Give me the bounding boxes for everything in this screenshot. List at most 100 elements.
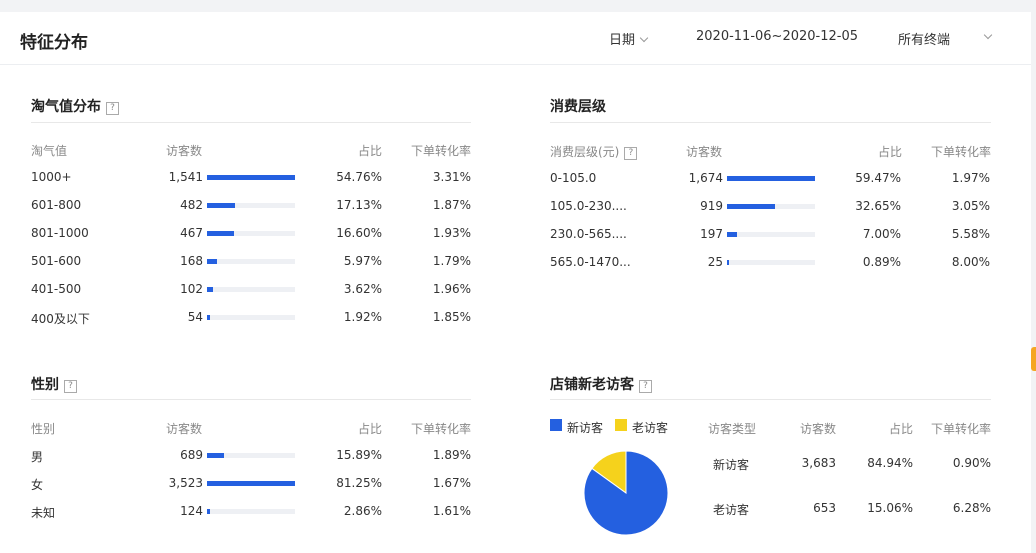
row-label: 501-600 xyxy=(31,254,82,268)
visitor-count: 168 xyxy=(180,254,203,268)
share-bar xyxy=(727,260,815,265)
section-title: 性别? xyxy=(31,374,77,394)
share-value: 81.25% xyxy=(336,476,382,490)
section-title-text: 店铺新老访客 xyxy=(550,377,634,393)
side-float-tab[interactable] xyxy=(1031,347,1036,371)
share-value: 3.62% xyxy=(343,282,382,296)
column-header: 下单转化率 xyxy=(410,144,471,158)
visitor-count: 689 xyxy=(180,448,203,462)
share-value: 15.89% xyxy=(336,448,382,462)
share-bar-fill xyxy=(207,481,295,486)
row-label: 105.0-230.... xyxy=(550,199,627,213)
visitor-type: 新访客 xyxy=(713,458,750,472)
card-header: 特征分布 日期 2020-11-06~2020-12-05 所有终端 xyxy=(0,12,1031,65)
share-bar xyxy=(207,315,295,320)
column-header: 下单转化率 xyxy=(930,145,991,159)
row-label: 565.0-1470... xyxy=(550,255,631,269)
legend-swatch-old xyxy=(615,419,627,431)
conversion-rate: 3.05% xyxy=(951,199,990,213)
column-header: 下单转化率 xyxy=(410,422,471,436)
share-bar-fill xyxy=(207,175,295,180)
column-header: 访客数 xyxy=(799,422,836,436)
divider xyxy=(31,399,471,400)
date-dropdown[interactable]: 日期 xyxy=(609,29,649,48)
visitor-count: 482 xyxy=(180,198,203,212)
date-label: 日期 xyxy=(609,33,636,48)
conversion-rate: 1.96% xyxy=(432,282,471,296)
date-range-picker[interactable]: 2020-11-06~2020-12-05 xyxy=(696,29,858,44)
share-bar-fill xyxy=(207,315,210,320)
visitor-count: 3,683 xyxy=(801,456,836,470)
share-value: 15.06% xyxy=(867,501,913,515)
column-header: 消费层级(元)? xyxy=(550,143,638,160)
conversion-rate: 1.67% xyxy=(432,476,471,490)
visitor-count: 102 xyxy=(180,282,203,296)
legend-swatch-new xyxy=(550,419,562,431)
share-bar-fill xyxy=(207,453,224,458)
share-value: 2.86% xyxy=(343,504,382,518)
share-value: 17.13% xyxy=(336,198,382,212)
column-header: 访客类型 xyxy=(708,422,757,436)
visitor-count: 124 xyxy=(180,504,203,518)
help-icon[interactable]: ? xyxy=(64,380,77,393)
share-value: 7.00% xyxy=(862,227,901,241)
visitor-count: 1,541 xyxy=(168,170,203,184)
share-bar xyxy=(207,231,295,236)
row-label: 801-1000 xyxy=(31,226,89,240)
share-value: 84.94% xyxy=(867,456,913,470)
conversion-rate: 1.93% xyxy=(432,226,471,240)
section-title-text: 性别 xyxy=(31,377,59,393)
share-value: 32.65% xyxy=(855,199,901,213)
column-header: 访客数 xyxy=(166,422,203,436)
column-header: 占比 xyxy=(877,145,902,159)
share-bar-fill xyxy=(207,231,234,236)
row-label: 401-500 xyxy=(31,282,82,296)
share-value: 0.89% xyxy=(862,255,901,269)
new-old-pie-chart xyxy=(583,450,669,536)
feature-distribution-card: 特征分布 日期 2020-11-06~2020-12-05 所有终端 淘气值分布… xyxy=(0,12,1031,553)
column-header: 占比 xyxy=(357,144,382,158)
help-icon[interactable]: ? xyxy=(624,147,638,160)
chevron-down-icon[interactable] xyxy=(983,30,993,40)
row-label: 0-105.0 xyxy=(550,171,597,185)
legend-label[interactable]: 新访客 xyxy=(567,419,603,436)
share-bar xyxy=(727,232,815,237)
column-header: 下单转化率 xyxy=(930,422,991,436)
legend-label[interactable]: 老访客 xyxy=(632,419,668,436)
column-header: 性别 xyxy=(31,422,56,436)
help-icon[interactable]: ? xyxy=(639,380,652,393)
visitor-count: 25 xyxy=(707,255,723,269)
share-value: 1.92% xyxy=(343,310,382,324)
share-bar-fill xyxy=(727,260,729,265)
share-bar xyxy=(207,481,295,486)
section-title: 店铺新老访客? xyxy=(550,374,652,394)
row-label: 230.0-565.... xyxy=(550,227,627,241)
column-header: 访客数 xyxy=(166,144,203,158)
share-bar-fill xyxy=(727,204,775,209)
terminal-dropdown[interactable]: 所有终端 xyxy=(898,29,950,48)
top-gap xyxy=(0,0,1036,12)
share-bar xyxy=(207,287,295,292)
visitor-count: 1,674 xyxy=(688,171,723,185)
section-title-text: 淘气值分布 xyxy=(31,99,101,115)
visitor-count: 653 xyxy=(813,501,836,515)
conversion-rate: 1.85% xyxy=(432,310,471,324)
row-label: 未知 xyxy=(31,506,56,520)
chevron-down-icon xyxy=(639,33,649,43)
conversion-rate: 1.89% xyxy=(432,448,471,462)
visitor-type: 老访客 xyxy=(713,503,750,517)
conversion-rate: 6.28% xyxy=(952,501,991,515)
visitor-count: 197 xyxy=(700,227,723,241)
share-bar xyxy=(727,176,815,181)
share-bar-fill xyxy=(207,259,217,264)
page-title: 特征分布 xyxy=(20,33,88,53)
conversion-rate: 8.00% xyxy=(951,255,990,269)
help-icon[interactable]: ? xyxy=(106,102,119,115)
share-value: 16.60% xyxy=(336,226,382,240)
visitor-count: 919 xyxy=(700,199,723,213)
conversion-rate: 1.61% xyxy=(432,504,471,518)
share-bar-fill xyxy=(207,287,213,292)
conversion-rate: 1.87% xyxy=(432,198,471,212)
share-value: 54.76% xyxy=(336,170,382,184)
conversion-rate: 0.90% xyxy=(952,456,991,470)
